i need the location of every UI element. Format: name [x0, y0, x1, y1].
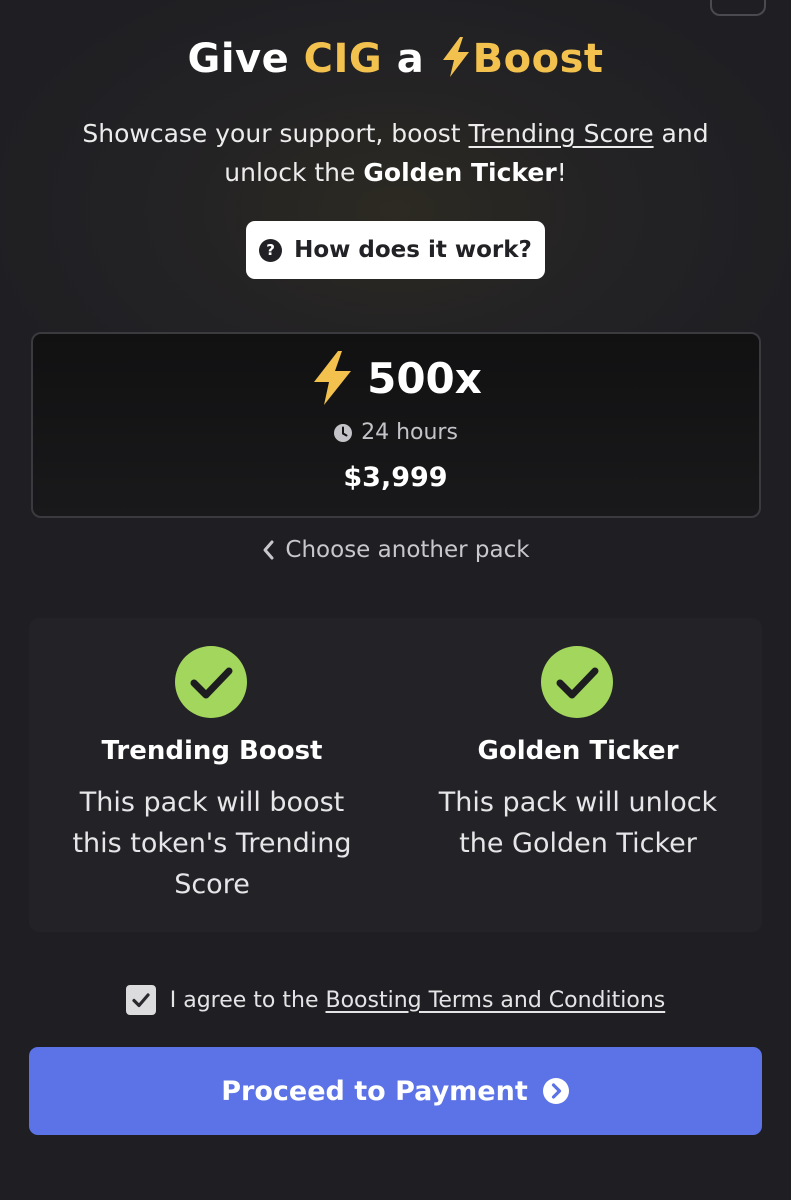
choose-another-pack-link[interactable]: Choose another pack — [0, 537, 791, 563]
how-does-it-work-button[interactable]: ? How does it work? — [246, 221, 545, 279]
choose-another-label: Choose another pack — [285, 537, 530, 563]
how-button-label: How does it work? — [294, 237, 532, 263]
proceed-button-label: Proceed to Payment — [221, 1075, 528, 1107]
agree-text: I agree to the — [169, 987, 319, 1013]
subtitle-text-1: Showcase your support, boost — [82, 119, 461, 148]
title-mid: a — [396, 36, 425, 82]
pack-duration: 24 hours — [0, 420, 791, 445]
title-token: CIG — [303, 36, 383, 82]
lightning-icon — [442, 37, 469, 77]
pack-features: Trending Boost This pack will boost this… — [29, 618, 762, 932]
lightning-icon — [314, 351, 352, 405]
feature-trending-boost: Trending Boost This pack will boost this… — [29, 618, 395, 932]
title-prefix: Give — [187, 36, 290, 82]
terms-link[interactable]: Boosting Terms and Conditions — [326, 988, 666, 1013]
feature-title: Golden Ticker — [477, 736, 679, 766]
feature-description: This pack will unlock the Golden Ticker — [438, 787, 718, 859]
pack-multiplier: 500x — [0, 350, 791, 406]
trending-score-link[interactable]: Trending Score — [469, 119, 654, 148]
terms-checkbox[interactable] — [125, 985, 156, 1015]
check-circle-icon — [175, 646, 247, 718]
title-boost: Boost — [472, 36, 604, 82]
feature-golden-ticker: Golden Ticker This pack will unlock the … — [395, 618, 761, 932]
pack-price: $3,999 — [343, 462, 448, 493]
duration-value: 24 hours — [361, 420, 458, 445]
golden-ticker-text: Golden Ticker — [363, 158, 557, 187]
feature-description: This pack will boost this token's Trendi… — [72, 787, 352, 900]
terms-agreement: I agree to the Boosting Terms and Condit… — [0, 985, 791, 1015]
modal-title: Give CIG a Boost — [0, 36, 791, 82]
multiplier-value: 500x — [367, 353, 482, 403]
chevron-left-icon — [263, 540, 274, 560]
check-circle-icon — [541, 646, 613, 718]
boost-modal: Give CIG a Boost Showcase your support, … — [0, 0, 791, 1200]
question-icon: ? — [259, 238, 283, 262]
modal-subtitle: Showcase your support, boost Trending Sc… — [40, 114, 751, 192]
subtitle-end: ! — [556, 158, 567, 187]
clock-icon — [334, 423, 353, 442]
checkbox-check-icon — [132, 993, 150, 1008]
proceed-to-payment-button[interactable]: Proceed to Payment — [29, 1047, 762, 1135]
feature-title: Trending Boost — [101, 736, 323, 766]
close-button[interactable] — [710, 0, 766, 16]
arrow-right-circle-icon — [542, 1078, 569, 1104]
